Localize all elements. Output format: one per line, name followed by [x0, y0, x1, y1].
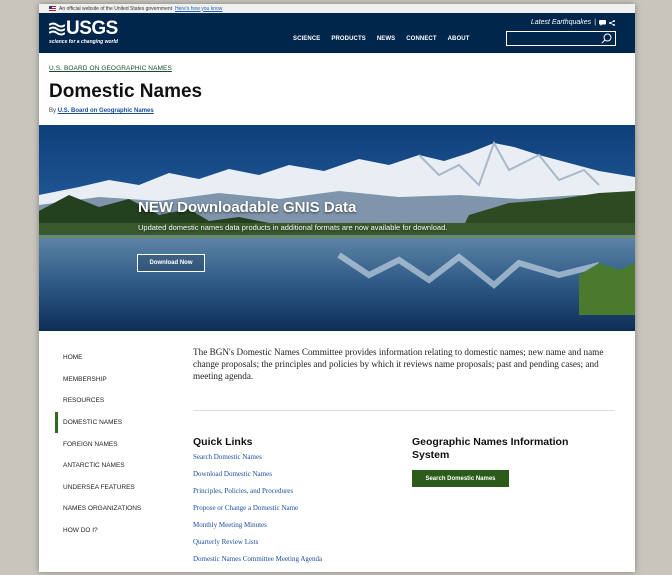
breadcrumb[interactable]: U.S. BOARD ON GEOGRAPHIC NAMES: [49, 65, 172, 72]
share-icon[interactable]: [609, 19, 615, 26]
byline-link[interactable]: U.S. Board on Geographic Names: [58, 108, 154, 114]
sidebar-item-membership[interactable]: MEMBERSHIP: [55, 369, 167, 391]
latest-earthquakes-link[interactable]: Latest Earthquakes: [531, 19, 591, 26]
sidebar-item-how-do-i[interactable]: HOW DO I?: [55, 520, 167, 542]
quick-link-download-domestic-names[interactable]: Download Domestic Names: [193, 470, 322, 487]
us-flag-icon: [49, 6, 56, 11]
site-search-input[interactable]: [506, 31, 616, 46]
hero-text: Updated domestic names data products in …: [138, 223, 448, 232]
main-nav: SCIENCE PRODUCTS NEWS CONNECT ABOUT: [293, 36, 469, 42]
quick-link-principles-policies[interactable]: Principles, Policies, and Procedures: [193, 487, 322, 504]
quick-links-list: Search Domestic Names Download Domestic …: [193, 453, 322, 572]
logo-text: USGS: [66, 18, 118, 39]
browser-page: An official website of the United States…: [39, 4, 635, 572]
divider-bar: |: [594, 19, 596, 26]
quick-link-search-domestic-names[interactable]: Search Domestic Names: [193, 453, 322, 470]
search-icon[interactable]: [601, 33, 612, 44]
search-domestic-names-button[interactable]: Search Domestic Names: [412, 470, 509, 487]
page-title: Domestic Names: [49, 81, 203, 102]
nav-about[interactable]: ABOUT: [448, 36, 470, 42]
quick-link-propose-change-name[interactable]: Propose or Change a Domestic Name: [193, 504, 322, 521]
byline-prefix: By: [49, 108, 57, 114]
gnis-title: Geographic Names Information System: [412, 436, 569, 461]
nav-connect[interactable]: CONNECT: [406, 36, 436, 42]
sidebar-item-foreign-names[interactable]: FOREIGN NAMES: [55, 433, 167, 455]
gov-banner-link[interactable]: Here's how you know: [175, 6, 222, 12]
latest-earthquakes: Latest Earthquakes |: [531, 19, 615, 26]
hero-banner: NEW Downloadable GNIS Data Updated domes…: [39, 125, 635, 331]
sidebar-nav: HOME MEMBERSHIP RESOURCES DOMESTIC NAMES…: [55, 347, 167, 541]
usgs-waves-icon: [49, 22, 65, 35]
nav-products[interactable]: PRODUCTS: [331, 36, 365, 42]
chat-icon[interactable]: [599, 19, 606, 26]
sidebar-item-home[interactable]: HOME: [55, 347, 167, 369]
gov-banner: An official website of the United States…: [39, 4, 635, 13]
sidebar-item-names-organizations[interactable]: NAMES ORGANIZATIONS: [55, 498, 167, 520]
sidebar-item-domestic-names[interactable]: DOMESTIC NAMES: [55, 411, 167, 434]
download-now-button[interactable]: Download Now: [137, 254, 205, 272]
section-divider: [193, 410, 615, 411]
sidebar-item-undersea-features[interactable]: UNDERSEA FEATURES: [55, 477, 167, 499]
quick-links-title: Quick Links: [193, 436, 253, 448]
site-header: USGS science for a changing world SCIENC…: [39, 13, 635, 53]
nav-news[interactable]: NEWS: [377, 36, 395, 42]
quick-link-quarterly-review-lists[interactable]: Quarterly Review Lists: [193, 538, 322, 555]
gov-banner-text: An official website of the United States…: [59, 5, 173, 12]
quick-link-monthly-meeting-minutes[interactable]: Monthly Meeting Minutes: [193, 521, 322, 538]
logo-tagline: science for a changing world: [49, 39, 118, 45]
byline: By U.S. Board on Geographic Names: [49, 108, 154, 114]
nav-science[interactable]: SCIENCE: [293, 36, 320, 42]
sidebar-item-resources[interactable]: RESOURCES: [55, 390, 167, 412]
hero-title: NEW Downloadable GNIS Data: [138, 199, 357, 216]
quick-link-committee-meeting-agenda[interactable]: Domestic Names Committee Meeting Agenda: [193, 555, 322, 572]
intro-paragraph: The BGN's Domestic Names Committee provi…: [193, 347, 604, 381]
usgs-logo[interactable]: USGS science for a changing world: [49, 19, 118, 45]
sidebar-item-antarctic-names[interactable]: ANTARCTIC NAMES: [55, 455, 167, 477]
